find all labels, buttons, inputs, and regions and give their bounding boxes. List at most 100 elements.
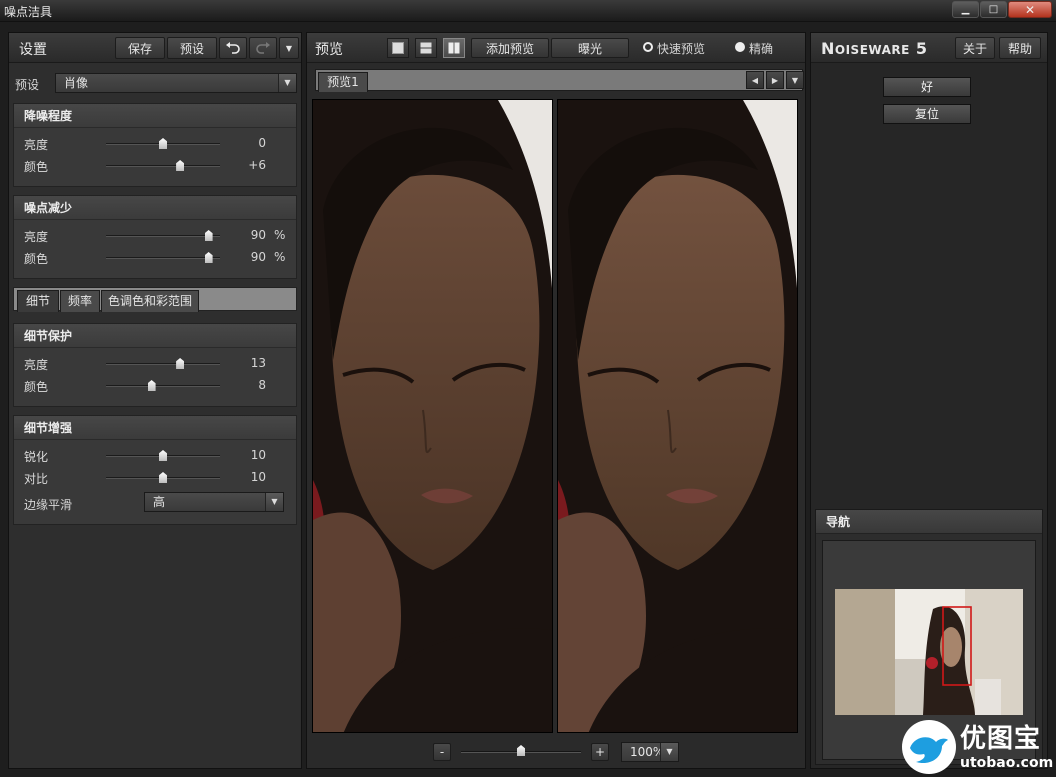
- navigator-thumbnail[interactable]: [835, 589, 1023, 715]
- detail-protect-value-0: 13: [250, 356, 266, 370]
- undo-icon: [226, 42, 240, 54]
- detail-protect-title: 细节保护: [14, 324, 296, 348]
- detail-protect-row-0: 亮度 13: [14, 352, 296, 374]
- chevron-right-icon: ▶: [771, 75, 779, 85]
- precise-radio[interactable]: [735, 42, 745, 52]
- chevron-down-icon: ▼: [660, 743, 678, 761]
- split-vertical-button[interactable]: [443, 38, 465, 58]
- zoom-slider-track[interactable]: [461, 745, 581, 756]
- detail-enhance-label-1: 对比: [24, 472, 49, 486]
- noise-reduction-value-0: 90: [250, 228, 266, 242]
- noise-level-row-1: 颜色 +6: [14, 154, 296, 176]
- maximize-button[interactable]: □: [980, 1, 1007, 18]
- noise-reduction-row-0: 亮度 90%: [14, 224, 296, 246]
- settings-panel: 设置 保存 预设 ▼ 预设 肖像 ▼ 降噪程度 亮度 0 颜色 +6 噪点减少 亮度 9…: [8, 32, 302, 769]
- preview-panel: 预览 添加预览 曝光 快速预览 精确 预览1 ◀ ▶ ▼ - + 100% ▼: [306, 32, 806, 769]
- noise-reduction-unit-1: %: [274, 250, 286, 264]
- zoom-in-button[interactable]: +: [591, 743, 609, 761]
- chevron-down-icon: ▼: [285, 43, 293, 53]
- detail-enhance-value-1: 10: [250, 470, 266, 484]
- noise-level-slider-thumb-0[interactable]: [159, 138, 167, 149]
- noise-reduction-row-1: 颜色 90%: [14, 246, 296, 268]
- noiseware-logo: NOISEWARE 5: [821, 39, 928, 58]
- edge-smooth-select[interactable]: 高 ▼: [144, 492, 284, 512]
- preset-select-value: 肖像: [64, 76, 89, 90]
- prev-tab-button[interactable]: ◀: [746, 71, 764, 89]
- detail-enhance-value-0: 10: [250, 448, 266, 462]
- next-tab-button[interactable]: ▶: [766, 71, 784, 89]
- noise-reduction-section: 噪点减少 亮度 90% 颜色 90%: [13, 195, 297, 279]
- detail-protect-slider-thumb-0[interactable]: [176, 358, 185, 369]
- detail-enhance-slider-thumb-0[interactable]: [159, 450, 167, 461]
- preview-tabbar: 预览1 ◀ ▶ ▼: [315, 69, 804, 92]
- tab-tone-color[interactable]: 色调色和彩范围: [101, 290, 199, 312]
- split-vertical-icon: [448, 42, 460, 54]
- redo-button[interactable]: [249, 37, 277, 59]
- window-title: 噪点洁具: [4, 5, 53, 19]
- detail-protect-slider-1[interactable]: [106, 385, 220, 387]
- preset-label: 预设: [15, 78, 40, 92]
- preset-select[interactable]: 肖像 ▼: [55, 73, 297, 93]
- noise-level-value-0: 0: [258, 136, 266, 150]
- tab-detail[interactable]: 细节: [17, 290, 59, 312]
- chevron-down-icon: ▼: [265, 493, 283, 511]
- reset-button[interactable]: 复位: [883, 104, 971, 124]
- precise-label: 精确: [749, 42, 774, 56]
- watermark-url: utobao.com: [960, 755, 1054, 771]
- noise-reduction-slider-thumb-0[interactable]: [204, 230, 213, 241]
- noise-reduction-title: 噪点减少: [14, 196, 296, 220]
- undo-button[interactable]: [219, 37, 247, 59]
- ok-button[interactable]: 好: [883, 77, 971, 97]
- noise-level-value-1: +6: [248, 158, 266, 172]
- tab-menu-button[interactable]: ▼: [786, 71, 804, 89]
- preview-before-image[interactable]: [312, 99, 553, 733]
- portrait-before: [313, 100, 552, 732]
- exposure-button[interactable]: 曝光: [551, 38, 629, 58]
- help-button[interactable]: 帮助: [999, 37, 1041, 59]
- detail-protect-label-0: 亮度: [24, 358, 49, 372]
- zoom-select[interactable]: 100% ▼: [621, 742, 679, 762]
- save-button[interactable]: 保存: [115, 37, 165, 59]
- detail-enhance-row-1: 对比 10: [14, 466, 296, 488]
- zoom-out-button[interactable]: -: [433, 743, 451, 761]
- settings-menu-button[interactable]: ▼: [279, 37, 299, 59]
- noise-reduction-label-0: 亮度: [24, 230, 49, 244]
- edge-smooth-value: 高: [153, 495, 166, 509]
- detail-protect-label-1: 颜色: [24, 380, 49, 394]
- about-button[interactable]: 关于: [955, 37, 995, 59]
- chevron-left-icon: ◀: [751, 75, 759, 85]
- noise-level-row-0: 亮度 0: [14, 132, 296, 154]
- preview-title: 预览: [315, 42, 343, 58]
- noiseware-panel: NOISEWARE 5 关于 帮助 好 复位 导航: [810, 32, 1048, 769]
- split-horizontal-button[interactable]: [415, 38, 437, 58]
- detail-protect-row-1: 颜色 8: [14, 374, 296, 396]
- tab-frequency[interactable]: 频率: [60, 290, 100, 312]
- detail-enhance-label-0: 锐化: [24, 450, 49, 464]
- single-view-icon: [392, 42, 404, 54]
- single-view-button[interactable]: [387, 38, 409, 58]
- noise-reduction-slider-0[interactable]: [106, 235, 220, 237]
- noise-level-slider-thumb-1[interactable]: [176, 160, 185, 171]
- settings-title: 设置: [19, 42, 47, 58]
- detail-protect-slider-thumb-1[interactable]: [147, 380, 156, 391]
- detail-enhance-section: 细节增强 锐化 10 对比 10 边缘平滑 高 ▼: [13, 415, 297, 525]
- preview-after-image[interactable]: [557, 99, 798, 733]
- detail-enhance-slider-thumb-1[interactable]: [159, 472, 167, 483]
- tab-preview-1[interactable]: 预览1: [318, 72, 368, 92]
- noise-level-slider-1[interactable]: [106, 165, 220, 167]
- noise-reduction-slider-1[interactable]: [106, 257, 220, 259]
- noise-reduction-slider-thumb-1[interactable]: [204, 252, 213, 263]
- detail-protect-slider-0[interactable]: [106, 363, 220, 365]
- watermark-cn: 优图宝: [960, 724, 1042, 754]
- fast-preview-radio[interactable]: [643, 42, 653, 52]
- noise-level-label-0: 亮度: [24, 138, 49, 152]
- zoom-slider-thumb[interactable]: [517, 745, 525, 756]
- minimize-button[interactable]: ▁: [952, 1, 979, 18]
- window-titlebar: 噪点洁具 ▁ □ ✕: [0, 0, 1056, 22]
- close-button[interactable]: ✕: [1008, 1, 1052, 18]
- add-preview-button[interactable]: 添加预览: [471, 38, 549, 58]
- detail-enhance-row-0: 锐化 10: [14, 444, 296, 466]
- bird-icon: [902, 720, 956, 774]
- preset-button[interactable]: 预设: [167, 37, 217, 59]
- noise-level-section: 降噪程度 亮度 0 颜色 +6: [13, 103, 297, 187]
